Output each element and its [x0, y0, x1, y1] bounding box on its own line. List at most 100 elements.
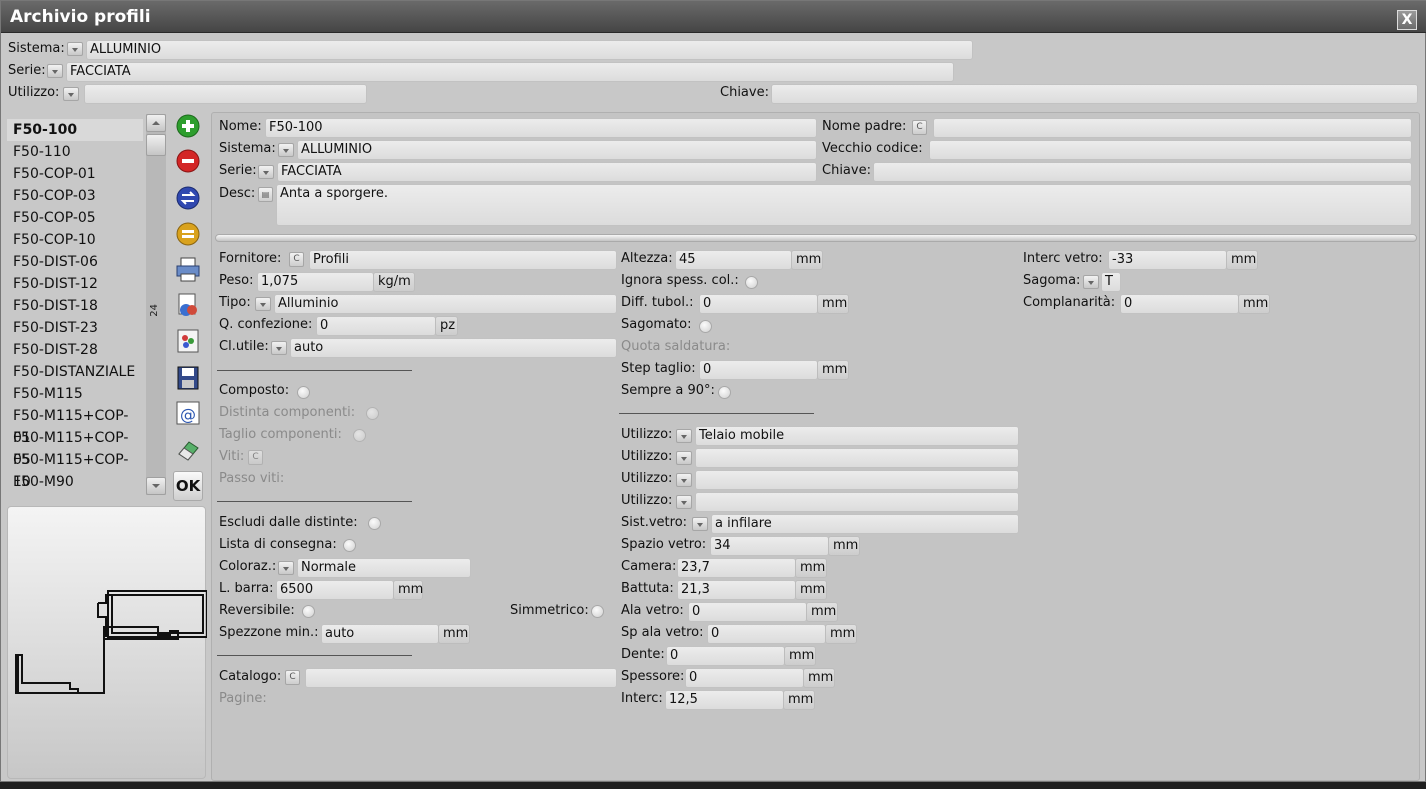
diff-field[interactable]: 0 — [699, 294, 818, 314]
palette-button[interactable] — [173, 326, 203, 356]
altezza-field[interactable]: 45 — [675, 250, 792, 270]
composto-radio[interactable] — [297, 386, 310, 399]
minus-button[interactable] — [173, 219, 203, 249]
profile-list-item[interactable]: F50-COP-03 — [7, 185, 143, 207]
utilizzo-field-4[interactable] — [695, 492, 1019, 512]
filter-sistema-field[interactable]: ALLUMINIO — [86, 40, 973, 60]
spessore-field[interactable]: 0 — [685, 668, 804, 688]
reversibile-radio[interactable] — [302, 605, 315, 618]
serie-dropdown[interactable] — [258, 165, 274, 179]
spala-field[interactable]: 0 — [707, 624, 826, 644]
nome-padre-lookup-button[interactable]: C — [912, 120, 927, 135]
profile-list-item[interactable]: F50-COP-05 — [7, 207, 143, 229]
filter-serie-dropdown[interactable] — [47, 64, 63, 78]
profile-list-item[interactable]: F50-M115+COP-01 — [7, 405, 143, 446]
desc-edit-button[interactable]: ▤ — [258, 187, 273, 202]
close-button[interactable]: X — [1397, 10, 1417, 30]
eraser-button[interactable] — [173, 434, 203, 464]
coloraz-dropdown[interactable] — [278, 561, 294, 575]
vecchio-codice-field[interactable] — [929, 140, 1412, 160]
nome-padre-field[interactable] — [933, 118, 1412, 138]
profile-list-item[interactable]: F50-DISTANZIALE — [7, 361, 143, 383]
desc-field[interactable]: Anta a sporgere. — [276, 184, 1412, 226]
profile-list-item[interactable]: F50-M115+COP-05 — [7, 427, 143, 468]
lbarra-field[interactable]: 6500 — [276, 580, 394, 600]
tipo-field[interactable]: Alluminio — [274, 294, 617, 314]
lista-radio[interactable] — [343, 539, 356, 552]
dente-field[interactable]: 0 — [666, 646, 785, 666]
tipo-dropdown[interactable] — [255, 297, 271, 311]
sagomato-radio[interactable] — [699, 320, 712, 333]
taglio-radio[interactable] — [353, 429, 366, 442]
utilizzo-dropdown-2[interactable] — [676, 451, 692, 465]
scroll-up-button[interactable] — [146, 114, 166, 132]
clutile-dropdown[interactable] — [271, 341, 287, 355]
profile-list-item[interactable]: F50-100 — [7, 119, 143, 141]
profile-list-item[interactable]: F50-DIST-12 — [7, 273, 143, 295]
sistema-field[interactable]: ALLUMINIO — [297, 140, 817, 160]
section-splitter[interactable] — [215, 234, 1417, 242]
catalogo-lookup-button[interactable]: C — [285, 670, 300, 685]
utilizzo-field-2[interactable] — [695, 448, 1019, 468]
save-button[interactable] — [173, 363, 203, 393]
print-button[interactable] — [173, 254, 203, 284]
profile-list-item[interactable]: F50-COP-01 — [7, 163, 143, 185]
filter-chiave-field[interactable] — [771, 84, 1418, 104]
filter-serie-field[interactable]: FACCIATA — [66, 62, 954, 82]
spezzone-field[interactable]: auto — [321, 624, 439, 644]
camera-field[interactable]: 23,7 — [677, 558, 796, 578]
nome-field[interactable]: F50-100 — [265, 118, 817, 138]
escludi-radio[interactable] — [368, 517, 381, 530]
battuta-field[interactable]: 21,3 — [677, 580, 796, 600]
sagoma-dropdown[interactable] — [1083, 275, 1099, 289]
duplicate-button[interactable] — [173, 290, 203, 320]
complanarita-field[interactable]: 0 — [1120, 294, 1239, 314]
profile-list-item[interactable]: F50-DIST-28 — [7, 339, 143, 361]
distinta-radio[interactable] — [366, 407, 379, 420]
profile-list-item[interactable]: F50-DIST-06 — [7, 251, 143, 273]
profile-list-item[interactable]: F50-DIST-23 — [7, 317, 143, 339]
utilizzo-field-1[interactable]: Telaio mobile — [695, 426, 1019, 446]
delete-button[interactable] — [173, 146, 203, 176]
sistvetro-field[interactable]: a infilare — [711, 514, 1019, 534]
fornitore-lookup-button[interactable]: C — [289, 252, 304, 267]
list-scrollbar[interactable]: 24 — [146, 114, 166, 495]
add-button[interactable] — [173, 112, 203, 142]
qconf-field[interactable]: 0 — [316, 316, 436, 336]
scroll-thumb[interactable] — [146, 134, 166, 156]
utilizzo-dropdown-1[interactable] — [676, 429, 692, 443]
clutile-field[interactable]: auto — [290, 338, 617, 358]
email-button[interactable]: @ — [173, 398, 203, 428]
serie-field[interactable]: FACCIATA — [277, 162, 817, 182]
intercvetro-field[interactable]: -33 — [1108, 250, 1227, 270]
utilizzo-dropdown-4[interactable] — [676, 495, 692, 509]
sempre-radio[interactable] — [718, 386, 731, 399]
ignora-radio[interactable] — [745, 276, 758, 289]
swap-button[interactable] — [173, 183, 203, 213]
chiave-field[interactable] — [873, 162, 1412, 182]
step-field[interactable]: 0 — [699, 360, 818, 380]
filter-utilizzo-dropdown[interactable] — [63, 87, 79, 101]
profile-list-item[interactable]: F50-M115+COP-10 — [7, 449, 143, 490]
spazio-field[interactable]: 34 — [710, 536, 829, 556]
profile-list-item[interactable]: F50-110 — [7, 141, 143, 163]
sistema-dropdown[interactable] — [278, 143, 294, 157]
profile-list-item[interactable]: F50-COP-10 — [7, 229, 143, 251]
simmetrico-radio[interactable] — [591, 605, 604, 618]
ok-button[interactable]: OK — [173, 471, 203, 501]
profile-list-item[interactable]: F50-M115 — [7, 383, 143, 405]
sagoma-field[interactable]: T — [1101, 272, 1121, 292]
catalogo-field[interactable] — [305, 668, 617, 688]
coloraz-field[interactable]: Normale — [297, 558, 471, 578]
fornitore-field[interactable]: Profili — [309, 250, 617, 270]
sistvetro-dropdown[interactable] — [692, 517, 708, 531]
filter-utilizzo-field[interactable] — [84, 84, 367, 104]
profile-list-item[interactable]: F50-DIST-18 — [7, 295, 143, 317]
profile-list-item[interactable]: F50-M90 — [7, 471, 143, 493]
scroll-down-button[interactable] — [146, 477, 166, 495]
utilizzo-dropdown-3[interactable] — [676, 473, 692, 487]
filter-sistema-dropdown[interactable] — [67, 42, 83, 56]
interc-field[interactable]: 12,5 — [665, 690, 784, 710]
peso-field[interactable]: 1,075 — [257, 272, 374, 292]
utilizzo-field-3[interactable] — [695, 470, 1019, 490]
